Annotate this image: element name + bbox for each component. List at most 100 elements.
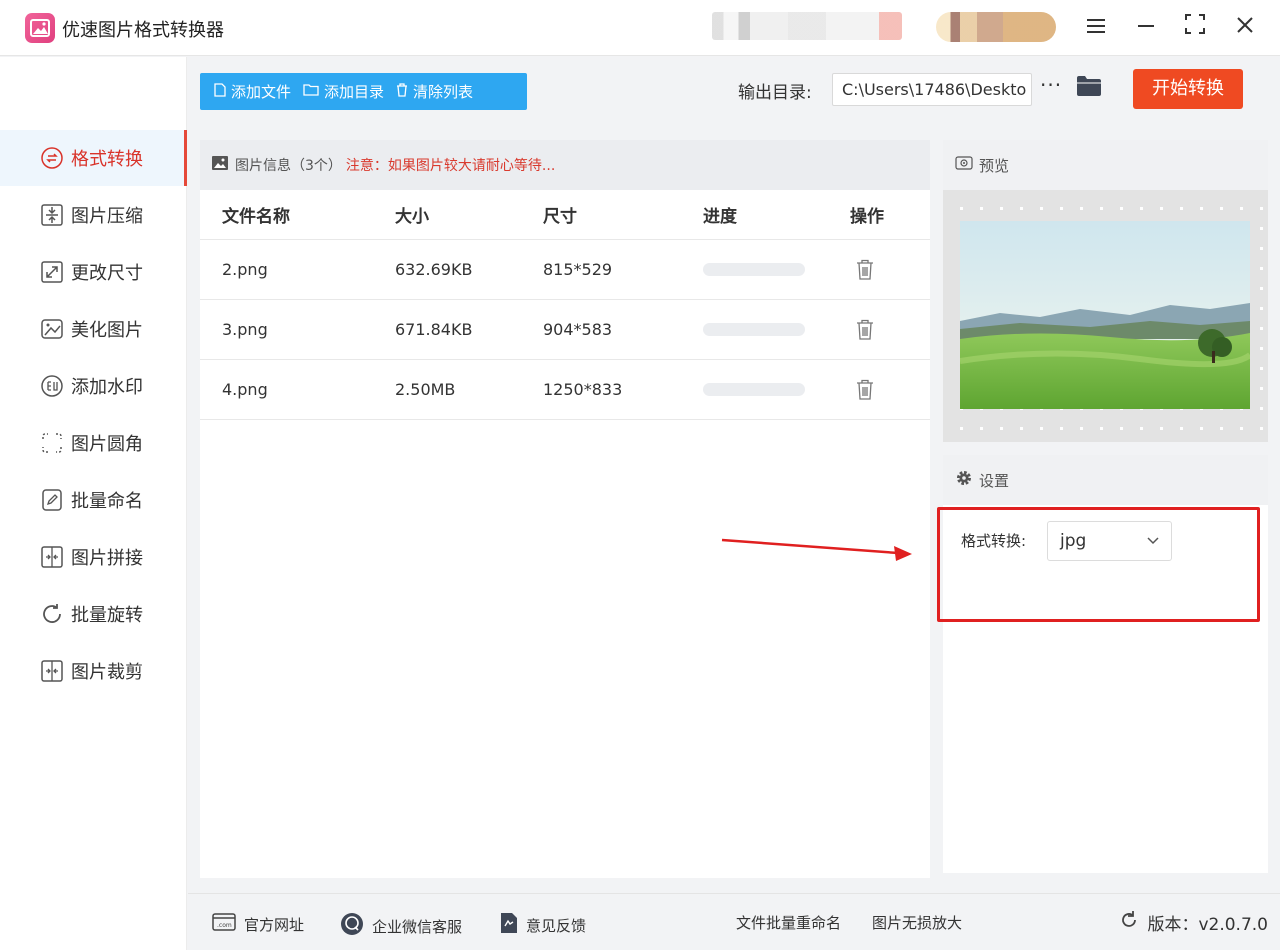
batch-rename-label: 文件批量重命名 xyxy=(736,914,842,932)
app-title: 优速图片格式转换器 xyxy=(62,20,224,41)
sidebar-item-watermark[interactable]: 添加水印 xyxy=(0,358,187,414)
file-dimensions: 1250*833 xyxy=(543,380,623,399)
delete-icon[interactable] xyxy=(850,259,930,281)
sidebar-item-label: 美化图片 xyxy=(71,320,143,341)
progress-bar xyxy=(703,323,805,336)
file-name: 4.png xyxy=(222,380,268,399)
sidebar-item-label: 添加水印 xyxy=(71,377,143,398)
sidebar-item-label: 批量命名 xyxy=(71,491,143,512)
round-corner-icon xyxy=(40,431,64,455)
sidebar-item-resize[interactable]: 更改尺寸 xyxy=(0,244,187,300)
sidebar-item-label: 格式转换 xyxy=(71,149,143,170)
file-name: 3.png xyxy=(222,320,268,339)
sidebar-item-stitch[interactable]: 图片拼接 xyxy=(0,529,187,585)
delete-icon[interactable] xyxy=(850,379,930,401)
file-list-panel: 图片信息（3个） 注意：如果图片较大请耐心等待... 文件名称 大小 尺寸 进度… xyxy=(200,140,930,878)
sidebar-item-rotate[interactable]: 批量旋转 xyxy=(0,586,187,642)
sidebar-item-label: 图片圆角 xyxy=(71,434,143,455)
sidebar-item-rename[interactable]: 批量命名 xyxy=(0,472,187,528)
file-dimensions: 904*583 xyxy=(543,320,613,339)
file-size: 632.69KB xyxy=(395,260,473,279)
sidebar-item-crop[interactable]: 图片裁剪 xyxy=(0,643,187,699)
sidebar-item-label: 图片裁剪 xyxy=(71,662,143,683)
browse-more-button[interactable]: ··· xyxy=(1040,73,1062,97)
add-file-button[interactable]: 添加文件 xyxy=(200,73,297,110)
menu-icon[interactable] xyxy=(1083,14,1109,40)
file-name: 2.png xyxy=(222,260,268,279)
wechat-support-link[interactable]: 企业微信客服 xyxy=(340,912,462,940)
add-directory-button[interactable]: 添加目录 xyxy=(297,73,390,110)
toolbar: 添加文件 添加目录 清除列表 输出目录: C:\Users\17486\Desk… xyxy=(188,57,1280,127)
footer: .com 官方网址 企业微信客服 意见反馈 文件批量重命名 图片无损放大 版本：… xyxy=(188,893,1280,950)
column-header-dims: 尺寸 xyxy=(543,207,577,227)
delete-icon[interactable] xyxy=(850,319,930,341)
chat-icon xyxy=(340,912,364,940)
version-info[interactable]: 版本：v2.0.7.0 xyxy=(1119,910,1268,935)
maximize-icon[interactable] xyxy=(1182,14,1208,40)
settings-header: 设置 xyxy=(943,455,1268,505)
column-header-size: 大小 xyxy=(395,207,429,227)
minimize-icon[interactable] xyxy=(1133,14,1159,40)
title-bar: 优速图片格式转换器 xyxy=(0,0,1280,56)
column-header-name: 文件名称 xyxy=(222,207,290,227)
blurred-user-info xyxy=(712,12,902,40)
annotation-arrow xyxy=(721,538,912,561)
resize-icon xyxy=(40,260,64,284)
file-dimensions: 815*529 xyxy=(543,260,613,279)
trash-icon xyxy=(396,82,408,101)
preview-title: 预览 xyxy=(979,156,1010,175)
sidebar-item-label: 批量旋转 xyxy=(71,605,143,626)
watermark-icon xyxy=(40,374,64,398)
app-logo-icon xyxy=(25,13,55,43)
sidebar-item-beautify[interactable]: 美化图片 xyxy=(0,301,187,357)
table-row[interactable]: 3.png 671.84KB 904*583 xyxy=(200,300,930,360)
crop-icon xyxy=(40,659,64,683)
rotate-icon xyxy=(40,602,64,626)
sidebar-item-compress[interactable]: 图片压缩 xyxy=(0,187,187,243)
lossless-enlarge-label: 图片无损放大 xyxy=(872,914,963,932)
file-size: 671.84KB xyxy=(395,320,473,339)
clear-list-button[interactable]: 清除列表 xyxy=(390,73,479,110)
close-icon[interactable] xyxy=(1232,14,1258,40)
column-header-progress: 进度 xyxy=(703,207,737,227)
sidebar-item-label: 更改尺寸 xyxy=(71,263,143,284)
preview-panel: 预览 xyxy=(943,140,1268,442)
output-dir-label: 输出目录: xyxy=(738,83,812,103)
official-website-label: 官方网址 xyxy=(244,915,305,934)
table-header: 文件名称 大小 尺寸 进度 操作 xyxy=(200,190,930,240)
eye-icon xyxy=(955,156,973,174)
blurred-vip-badge xyxy=(936,12,1056,42)
large-file-warning: 注意：如果图片较大请耐心等待... xyxy=(345,158,556,174)
progress-bar xyxy=(703,263,805,276)
progress-bar xyxy=(703,383,805,396)
sidebar-item-round-corner[interactable]: 图片圆角 xyxy=(0,415,187,471)
sidebar-item-format-convert[interactable]: 格式转换 xyxy=(0,130,187,186)
gear-icon xyxy=(955,469,973,491)
start-convert-button[interactable]: 开始转换 xyxy=(1133,69,1243,109)
version-label: 版本：v2.0.7.0 xyxy=(1147,915,1268,935)
settings-title: 设置 xyxy=(979,471,1010,490)
add-file-label: 添加文件 xyxy=(231,83,292,101)
feedback-label: 意见反馈 xyxy=(526,916,587,935)
lossless-enlarge-link[interactable]: 图片无损放大 xyxy=(872,912,962,933)
table-row[interactable]: 4.png 2.50MB 1250*833 xyxy=(200,360,930,420)
open-folder-icon[interactable] xyxy=(1076,75,1102,101)
compress-icon xyxy=(40,203,64,227)
image-icon xyxy=(211,155,229,175)
output-dir-field[interactable]: C:\Users\17486\Deskto xyxy=(832,73,1032,106)
official-website-link[interactable]: .com 官方网址 xyxy=(212,912,304,936)
website-icon: .com xyxy=(212,912,236,936)
sidebar-item-label: 图片拼接 xyxy=(71,548,143,569)
column-header-action: 操作 xyxy=(850,207,884,227)
sidebar-item-label: 图片压缩 xyxy=(71,206,143,227)
feedback-link[interactable]: 意见反馈 xyxy=(500,912,586,938)
clear-list-label: 清除列表 xyxy=(413,83,474,101)
file-button-group: 添加文件 添加目录 清除列表 xyxy=(200,73,527,110)
batch-rename-link[interactable]: 文件批量重命名 xyxy=(736,912,841,933)
sidebar: 格式转换 图片压缩 更改尺寸 美化图片 添加水印 图片圆角 批量命名 图片拼接 … xyxy=(0,57,187,950)
add-directory-label: 添加目录 xyxy=(324,83,385,101)
stitch-icon xyxy=(40,545,64,569)
annotation-highlight-box xyxy=(937,507,1260,622)
table-row[interactable]: 2.png 632.69KB 815*529 xyxy=(200,240,930,300)
folder-outline-icon xyxy=(303,83,319,100)
